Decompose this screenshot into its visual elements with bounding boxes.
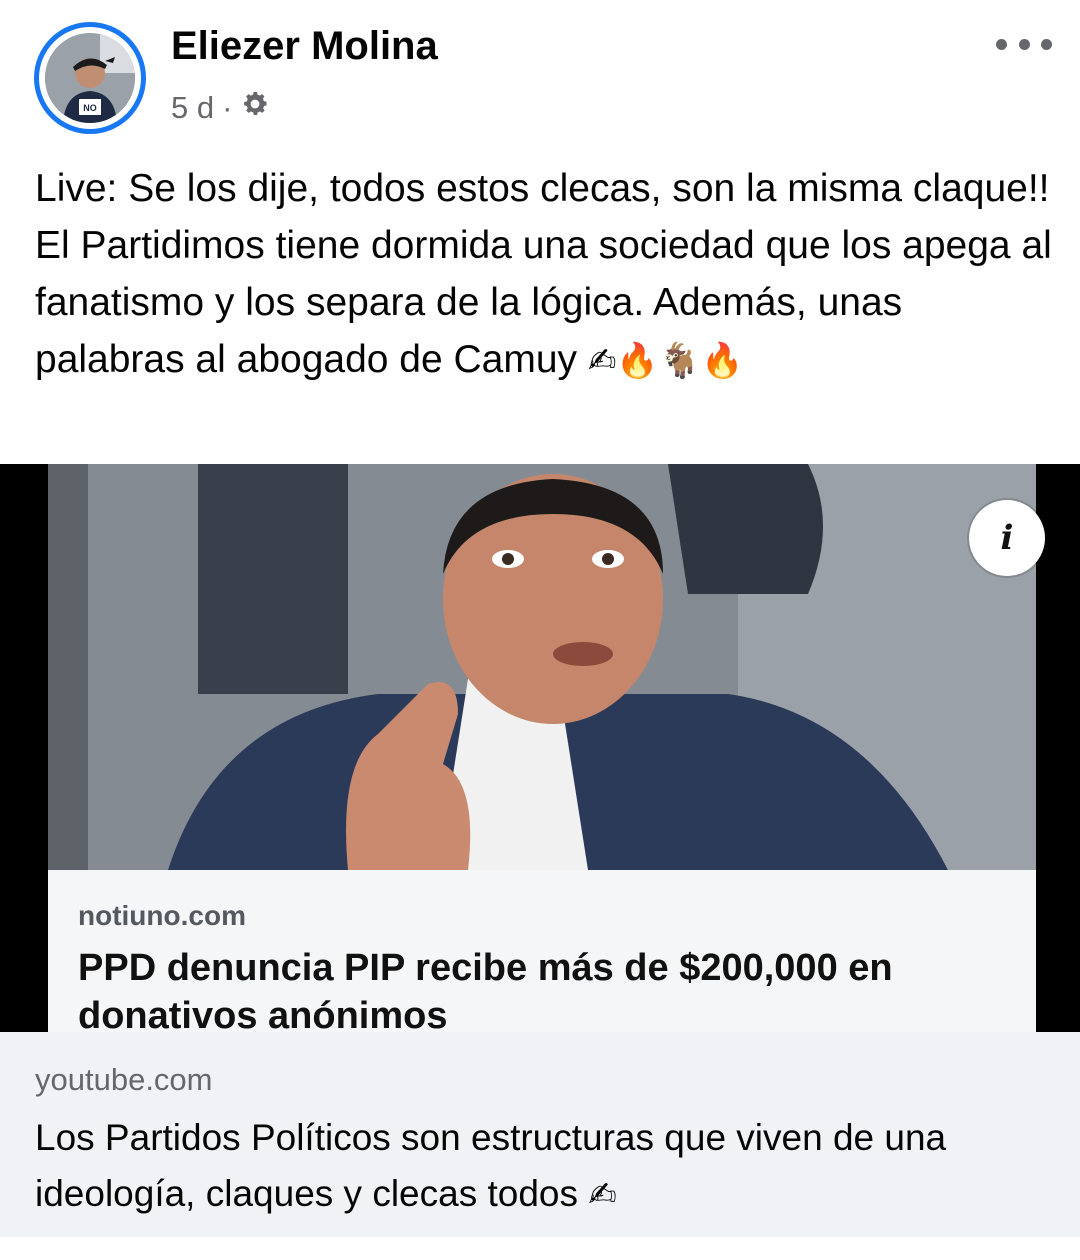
post-meta: 5 d · bbox=[171, 88, 270, 128]
article-card: notiuno.com PPD denuncia PIP recibe más … bbox=[48, 870, 1036, 1032]
more-dot bbox=[996, 38, 1007, 50]
thumbnail-image bbox=[48, 464, 1036, 870]
avatar-story-ring[interactable]: NO bbox=[34, 22, 146, 134]
avatar[interactable]: NO bbox=[45, 33, 135, 123]
link-title-text: Los Partidos Políticos son estructuras q… bbox=[35, 1117, 947, 1214]
gear-icon[interactable] bbox=[240, 89, 270, 127]
post-header: NO Eliezer Molina 5 d · bbox=[0, 0, 1080, 150]
avatar-photo: NO bbox=[45, 33, 135, 123]
more-options-icon[interactable] bbox=[996, 24, 1052, 64]
link-domain: youtube.com bbox=[35, 1062, 213, 1097]
meta-separator: · bbox=[222, 90, 233, 125]
svg-text:NO: NO bbox=[83, 103, 97, 113]
info-icon[interactable]: i bbox=[969, 500, 1045, 576]
shared-video[interactable]: notiuno.com PPD denuncia PIP recibe más … bbox=[0, 464, 1080, 1032]
video-thumbnail bbox=[48, 464, 1036, 870]
post-body: Live: Se los dije, todos estos clecas, s… bbox=[35, 167, 1052, 381]
more-dot bbox=[1041, 38, 1052, 50]
link-title-emoji: ✍ bbox=[588, 1175, 617, 1215]
link-title[interactable]: Los Partidos Políticos son estructuras q… bbox=[35, 1110, 1045, 1223]
more-dot bbox=[1018, 38, 1030, 50]
post-text: Live: Se los dije, todos estos clecas, s… bbox=[35, 160, 1055, 390]
author-name[interactable]: Eliezer Molina bbox=[171, 24, 438, 69]
article-domain: notiuno.com bbox=[78, 900, 246, 931]
article-headline: PPD denuncia PIP recibe más de $200,000 … bbox=[78, 947, 893, 1032]
link-preview[interactable]: youtube.com Los Partidos Políticos son e… bbox=[0, 1032, 1080, 1237]
post-time[interactable]: 5 d bbox=[171, 90, 214, 126]
post-emojis: ✍🔥🐐🔥 bbox=[587, 341, 744, 381]
